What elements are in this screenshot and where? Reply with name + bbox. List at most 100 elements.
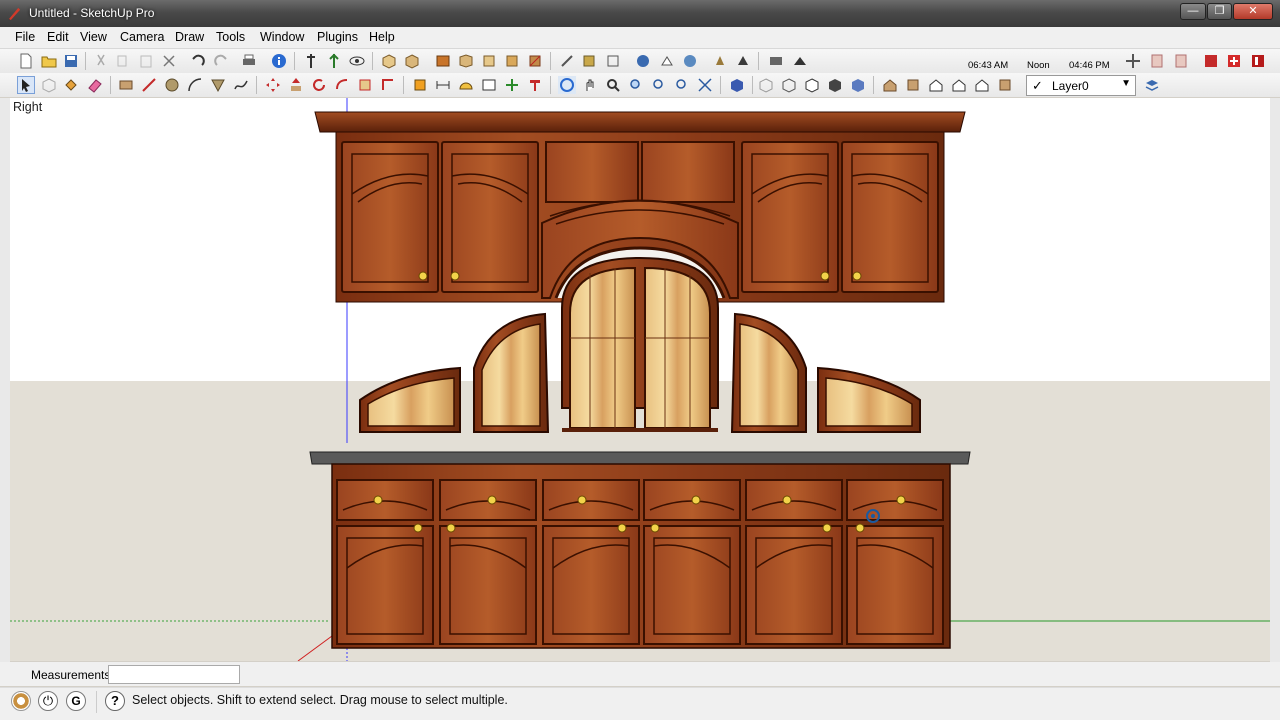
section-plane-icon[interactable] — [558, 52, 576, 70]
layer-manager-icon[interactable] — [1143, 76, 1161, 94]
previous-view-icon[interactable] — [650, 76, 668, 94]
front-view-icon[interactable] — [434, 52, 452, 70]
left-house-icon[interactable] — [996, 76, 1014, 94]
bottom-view-icon[interactable] — [526, 52, 544, 70]
orbit-icon[interactable] — [1124, 52, 1142, 70]
section-cut-icon[interactable] — [580, 52, 598, 70]
textured-style-icon[interactable] — [849, 76, 867, 94]
paint-bucket-icon[interactable] — [62, 76, 80, 94]
maximize-button[interactable]: ❐ — [1207, 3, 1232, 20]
circle-tool-icon[interactable] — [163, 76, 181, 94]
model-info-icon[interactable] — [270, 52, 288, 70]
style-icon[interactable] — [1172, 52, 1190, 70]
new-file-icon[interactable] — [17, 52, 35, 70]
menu-draw[interactable]: Draw — [175, 30, 204, 44]
menu-window[interactable]: Window — [260, 30, 304, 44]
protractor-icon[interactable] — [457, 76, 475, 94]
text-tool-icon[interactable] — [480, 76, 498, 94]
measurements-input[interactable] — [108, 665, 240, 684]
xray-icon[interactable] — [348, 52, 366, 70]
copy-icon[interactable] — [114, 52, 132, 70]
shaded-texture-icon[interactable] — [711, 52, 729, 70]
open-folder-icon[interactable] — [40, 52, 58, 70]
display-section-icon[interactable] — [604, 52, 622, 70]
minimize-button[interactable]: — — [1180, 3, 1206, 20]
base-cabinet[interactable] — [309, 451, 971, 649]
scale-tool-icon[interactable] — [356, 76, 374, 94]
shaded-icon[interactable] — [681, 52, 699, 70]
redo-icon[interactable] — [212, 52, 230, 70]
right-view-icon[interactable] — [457, 52, 475, 70]
menu-help[interactable]: Help — [369, 30, 395, 44]
back-view-icon[interactable] — [480, 52, 498, 70]
monochrome-icon[interactable] — [734, 52, 752, 70]
3d-text-icon[interactable] — [526, 76, 544, 94]
back-house-icon[interactable] — [973, 76, 991, 94]
zoom-window-icon[interactable] — [627, 76, 645, 94]
paste-icon[interactable] — [137, 52, 155, 70]
arc-tool-icon[interactable] — [186, 76, 204, 94]
select-tool-icon[interactable] — [17, 76, 35, 94]
iso-view-icon[interactable] — [380, 52, 398, 70]
top-view-icon[interactable] — [403, 52, 421, 70]
hidden-line-icon[interactable] — [658, 52, 676, 70]
erase-icon[interactable] — [160, 52, 178, 70]
print-icon[interactable] — [240, 52, 258, 70]
close-button[interactable]: ✕ — [1233, 3, 1273, 20]
extension-icon[interactable] — [1225, 52, 1243, 70]
shaded-style-icon[interactable] — [826, 76, 844, 94]
move-tool-icon[interactable] — [264, 76, 282, 94]
zoom-extents-icon[interactable] — [696, 76, 714, 94]
pan-tool-icon[interactable] — [581, 76, 599, 94]
undo-icon[interactable] — [189, 52, 207, 70]
polygon-tool-icon[interactable] — [209, 76, 227, 94]
dynamic-component-icon[interactable] — [325, 52, 343, 70]
next-view-icon[interactable] — [673, 76, 691, 94]
dimension-tool-icon[interactable] — [434, 76, 452, 94]
top-house-icon[interactable] — [904, 76, 922, 94]
model-canvas[interactable] — [10, 98, 1270, 661]
push-pull-icon[interactable] — [287, 76, 305, 94]
display-shadows-icon[interactable] — [791, 52, 809, 70]
menu-camera[interactable]: Camera — [120, 30, 164, 44]
right-house-icon[interactable] — [950, 76, 968, 94]
iso-house-icon[interactable] — [881, 76, 899, 94]
offset-tool-icon[interactable] — [379, 76, 397, 94]
warehouse-icon[interactable] — [1202, 52, 1220, 70]
menu-plugins[interactable]: Plugins — [317, 30, 358, 44]
component-icon[interactable] — [302, 52, 320, 70]
geo-location-icon[interactable] — [11, 691, 31, 711]
layer-dropdown[interactable]: ✓ Layer0 ▼ — [1026, 75, 1136, 96]
left-view-icon[interactable] — [503, 52, 521, 70]
rectangle-tool-icon[interactable] — [117, 76, 135, 94]
follow-me-icon[interactable] — [333, 76, 351, 94]
google-sign-in-icon[interactable]: G — [66, 691, 86, 711]
axes-tool-icon[interactable] — [503, 76, 521, 94]
model-viewport[interactable]: Right — [10, 98, 1270, 661]
shadow-settings-icon[interactable] — [767, 52, 785, 70]
xray-style-icon[interactable] — [757, 76, 775, 94]
menu-tools[interactable]: Tools — [216, 30, 245, 44]
eraser-icon[interactable] — [86, 76, 104, 94]
rotate-tool-icon[interactable] — [310, 76, 328, 94]
orbit-tool-icon[interactable] — [558, 76, 576, 94]
front-house-icon[interactable] — [927, 76, 945, 94]
menu-file[interactable]: File — [15, 30, 35, 44]
menu-edit[interactable]: Edit — [47, 30, 69, 44]
help-icon[interactable]: ? — [105, 691, 125, 711]
iso-camera-icon[interactable] — [728, 76, 746, 94]
save-icon[interactable] — [62, 52, 80, 70]
layout-icon[interactable] — [1249, 52, 1267, 70]
cut-icon[interactable] — [92, 52, 110, 70]
wireframe-style-icon[interactable] — [780, 76, 798, 94]
credits-icon[interactable]: ⏻ — [38, 691, 58, 711]
tape-measure-icon[interactable] — [411, 76, 429, 94]
wireframe-icon[interactable] — [634, 52, 652, 70]
make-component-icon[interactable] — [40, 76, 58, 94]
zoom-tool-icon[interactable] — [604, 76, 622, 94]
line-tool-icon[interactable] — [140, 76, 158, 94]
menu-view[interactable]: View — [80, 30, 107, 44]
fog-icon[interactable] — [1148, 52, 1166, 70]
hidden-line-style-icon[interactable] — [803, 76, 821, 94]
freehand-tool-icon[interactable] — [232, 76, 250, 94]
